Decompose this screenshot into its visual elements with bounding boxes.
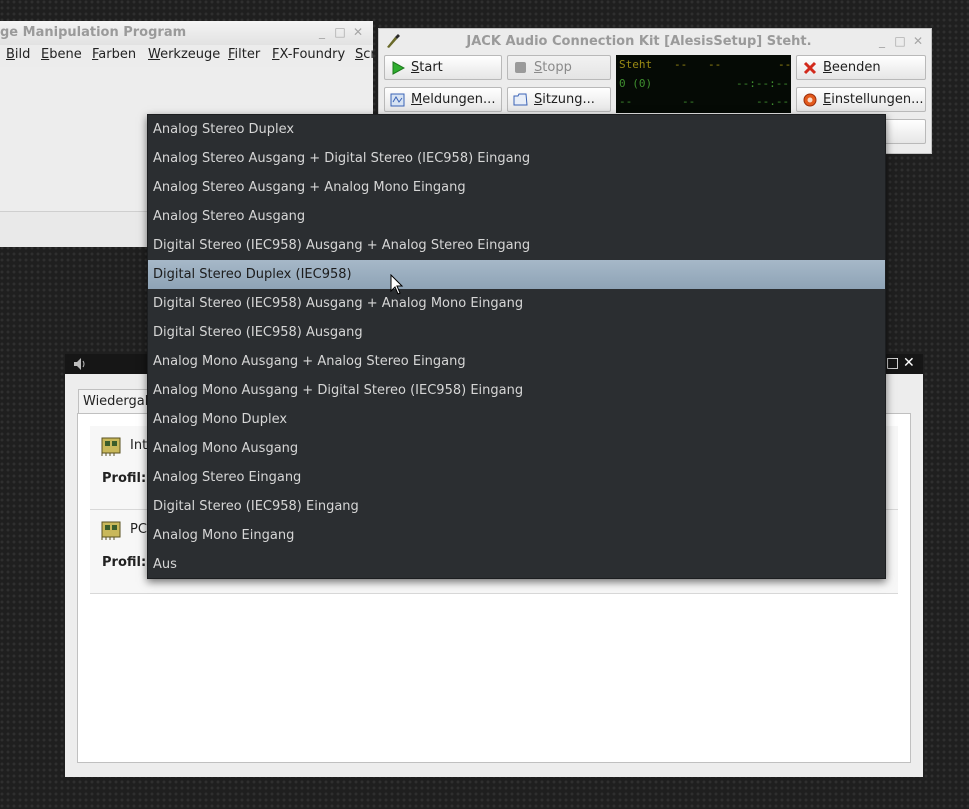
profile-option[interactable]: Analog Stereo Ausgang (148, 202, 885, 231)
profile-option[interactable]: Analog Stereo Eingang (148, 463, 885, 492)
profile-option-selected[interactable]: Digital Stereo Duplex (IEC958) (148, 260, 885, 289)
minimize-icon[interactable]: _ (875, 34, 889, 48)
jack-window-title: JACK Audio Connection Kit [AlesisSetup] … (466, 34, 812, 49)
menu-werkzeuge[interactable]: Werkzeuge (148, 47, 220, 62)
maximize-icon[interactable]: □ (333, 25, 347, 39)
settings-button-label: Einstellungen... (823, 92, 924, 107)
menu-ebene[interactable]: Ebene (41, 47, 82, 62)
gimp-window-title: ge Manipulation Program (0, 25, 187, 40)
profile-option[interactable]: Aus (148, 550, 885, 579)
profile-option[interactable]: Analog Mono Ausgang (148, 434, 885, 463)
quit-button[interactable]: Beenden (796, 55, 926, 80)
stop-button-label: Stopp (534, 60, 572, 75)
stop-button[interactable]: Stopp (507, 55, 611, 80)
menu-fx-foundry[interactable]: FX-Foundry (272, 47, 345, 62)
profile-option[interactable]: Analog Stereo Ausgang + Analog Mono Eing… (148, 173, 885, 202)
profile-option[interactable]: Analog Mono Duplex (148, 405, 885, 434)
stop-icon (513, 60, 528, 75)
jack-xruns: 0 (0) (619, 77, 653, 90)
messages-icon (390, 92, 405, 107)
menu-bild[interactable]: Bild (6, 47, 30, 62)
profile-option[interactable]: Analog Mono Ausgang + Digital Stereo (IE… (148, 376, 885, 405)
profile-option[interactable]: Analog Stereo Ausgang + Digital Stereo (… (148, 144, 885, 173)
minimize-icon[interactable]: _ (315, 25, 329, 39)
profile-dropdown-menu: Analog Stereo Duplex Analog Stereo Ausga… (147, 114, 886, 579)
menu-filter[interactable]: Filter (228, 47, 260, 62)
profile-option[interactable]: Analog Stereo Duplex (148, 115, 885, 144)
close-icon[interactable]: ✕ (351, 25, 365, 39)
profile-option[interactable]: Digital Stereo (IEC958) Ausgang + Analog… (148, 231, 885, 260)
device-name: PC (130, 522, 147, 537)
jack-status-display[interactable]: Steht -- -- -- 0 (0) --:--:-- -- -- --.-… (616, 55, 791, 113)
close-icon (802, 60, 817, 75)
close-icon[interactable]: ✕ (911, 34, 925, 48)
start-button[interactable]: Start (384, 55, 502, 80)
messages-button[interactable]: Meldungen... (384, 87, 502, 112)
folder-icon (513, 92, 528, 107)
jack-status-dash: -- (778, 58, 791, 71)
play-icon (390, 60, 405, 75)
session-button-label: Sitzung... (534, 92, 595, 107)
profile-option[interactable]: Digital Stereo (IEC958) Ausgang + Analog… (148, 289, 885, 318)
mouse-pointer-icon (390, 274, 404, 295)
profile-option[interactable]: Digital Stereo (IEC958) Ausgang (148, 318, 885, 347)
profile-label: Profil: (102, 471, 147, 486)
maximize-icon[interactable]: □ (893, 34, 907, 48)
start-button-label: Start (411, 60, 443, 75)
jack-status-text: Steht (619, 58, 653, 71)
menu-script[interactable]: Scr (355, 47, 373, 62)
jack-status-dash: -- (682, 95, 696, 108)
settings-icon (802, 92, 817, 107)
profile-option[interactable]: Digital Stereo (IEC958) Eingang (148, 492, 885, 521)
jack-status-dash: -- (708, 58, 722, 71)
device-name: Int (130, 438, 148, 453)
jack-dsp-load: --.-- (756, 95, 790, 108)
profile-option[interactable]: Analog Mono Ausgang + Analog Stereo Eing… (148, 347, 885, 376)
speaker-icon (74, 358, 85, 370)
session-button[interactable]: Sitzung... (507, 87, 611, 112)
quit-button-label: Beenden (823, 60, 881, 75)
maximize-icon[interactable]: □ (886, 355, 899, 371)
jack-status-dash: -- (619, 95, 633, 108)
menu-farben[interactable]: Farben (92, 47, 136, 62)
gimp-menubar: Bild Ebene Farben Werkzeuge Filter FX-Fo… (0, 45, 373, 67)
jack-time: --:--:-- (736, 77, 789, 90)
close-icon[interactable]: ✕ (903, 355, 915, 371)
messages-button-label: Meldungen... (411, 92, 496, 107)
settings-button[interactable]: Einstellungen... (796, 87, 926, 112)
sound-card-icon (101, 521, 121, 540)
profile-option[interactable]: Analog Mono Eingang (148, 521, 885, 550)
jack-extra-button[interactable] (879, 119, 926, 144)
gimp-titlebar[interactable]: ge Manipulation Program _ □ ✕ (0, 21, 373, 45)
jack-status-dash: -- (674, 58, 688, 71)
jack-titlebar[interactable]: JACK Audio Connection Kit [AlesisSetup] … (379, 29, 931, 53)
profile-label: Profil: (102, 555, 147, 570)
sound-card-icon (101, 437, 121, 456)
